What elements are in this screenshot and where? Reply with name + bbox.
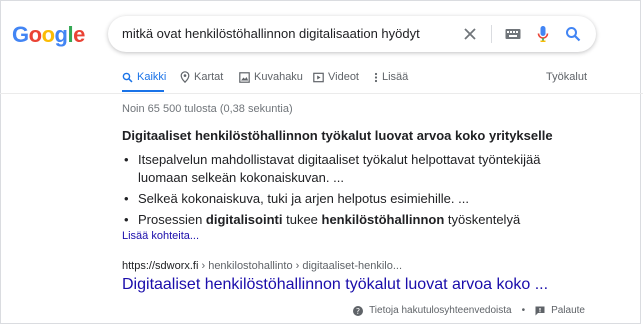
divider	[491, 25, 492, 43]
list-item: Selkeä kokonaiskuva, tuki ja arjen helpo…	[122, 190, 592, 208]
help-icon: ?	[353, 305, 364, 316]
feedback-link[interactable]: Palaute	[551, 305, 585, 316]
microphone-icon[interactable]	[532, 23, 554, 45]
search-tabs: Kaikki Kartat Kuvahaku Videot Lisää Työk…	[122, 68, 587, 94]
featured-snippet-list: Itsepalvelun mahdollistavat digitaaliset…	[122, 151, 592, 232]
keyboard-icon[interactable]	[502, 23, 524, 45]
tab-all[interactable]: Kaikki	[122, 68, 166, 86]
snippet-footer: ? Tietoja hakutulosyhteenvedoista • Pala…	[353, 305, 585, 316]
more-items-link[interactable]: Lisää kohteita...	[122, 230, 199, 242]
tab-label: Videot	[328, 71, 359, 83]
tab-more[interactable]: Lisää	[374, 68, 408, 86]
featured-snippet-title: Digitaaliset henkilöstöhallinnon työkalu…	[122, 128, 553, 143]
logo-letter: o	[41, 22, 55, 47]
list-item-text: tukee	[282, 212, 322, 227]
result-path: › henkilostohallinto › digitaaliset-henk…	[198, 260, 403, 272]
tab-label: Kuvahaku	[254, 71, 303, 83]
search-icon	[122, 72, 133, 83]
list-item-text: Selkeä kokonaiskuva, tuki ja arjen helpo…	[138, 191, 469, 206]
list-item: Itsepalvelun mahdollistavat digitaaliset…	[122, 151, 592, 187]
list-item-text: Itsepalvelun mahdollistavat digitaaliset…	[138, 152, 541, 185]
tools-label: Työkalut	[546, 71, 587, 83]
result-domain: https://sdworx.fi	[122, 260, 199, 272]
result-title-link[interactable]: Digitaaliset henkilöstöhallinnon työkalu…	[122, 276, 548, 294]
feedback-icon	[535, 306, 545, 315]
list-item: Prosessien digitalisointi tukee henkilös…	[122, 211, 592, 229]
search-icon[interactable]	[562, 23, 584, 45]
result-url[interactable]: https://sdworx.fi › henkilostohallinto ›…	[122, 260, 402, 272]
list-item-text: Prosessien	[138, 212, 206, 227]
tabs-divider	[0, 93, 643, 94]
bold-term: digitalisointi	[205, 212, 283, 227]
logo-letter: e	[73, 22, 85, 47]
about-snippets-link[interactable]: Tietoja hakutulosyhteenvedoista	[369, 305, 512, 316]
tab-label: Kartat	[194, 71, 224, 83]
logo-letter: G	[12, 22, 29, 47]
tab-label: Kaikki	[137, 71, 167, 83]
search-input[interactable]: mitkä ovat henkilöstöhallinnon digitalis…	[122, 26, 420, 41]
tools-button[interactable]: Työkalut	[546, 68, 587, 86]
tab-maps[interactable]: Kartat	[180, 68, 223, 86]
clear-icon[interactable]	[459, 23, 481, 45]
result-stats: Noin 65 500 tulosta (0,38 sekuntia)	[122, 103, 293, 115]
tab-images[interactable]: Kuvahaku	[239, 68, 303, 86]
more-vert-icon	[374, 72, 378, 82]
search-box[interactable]: mitkä ovat henkilöstöhallinnon digitalis…	[108, 16, 596, 52]
video-icon	[313, 72, 324, 82]
image-icon	[239, 71, 250, 83]
list-item-text: työskentelyä	[444, 212, 521, 227]
tab-label: Lisää	[382, 71, 409, 83]
bold-term: henkilöstöhallinnon	[321, 212, 445, 227]
footer-separator: •	[521, 305, 526, 316]
google-logo[interactable]: Google	[12, 22, 85, 48]
logo-letter: o	[28, 22, 42, 47]
active-tab-indicator	[122, 90, 164, 92]
tab-videos[interactable]: Videot	[313, 68, 359, 86]
map-pin-icon	[180, 71, 190, 83]
logo-letter: g	[54, 22, 68, 47]
svg-text:?: ?	[356, 307, 360, 316]
search-actions	[459, 23, 584, 45]
